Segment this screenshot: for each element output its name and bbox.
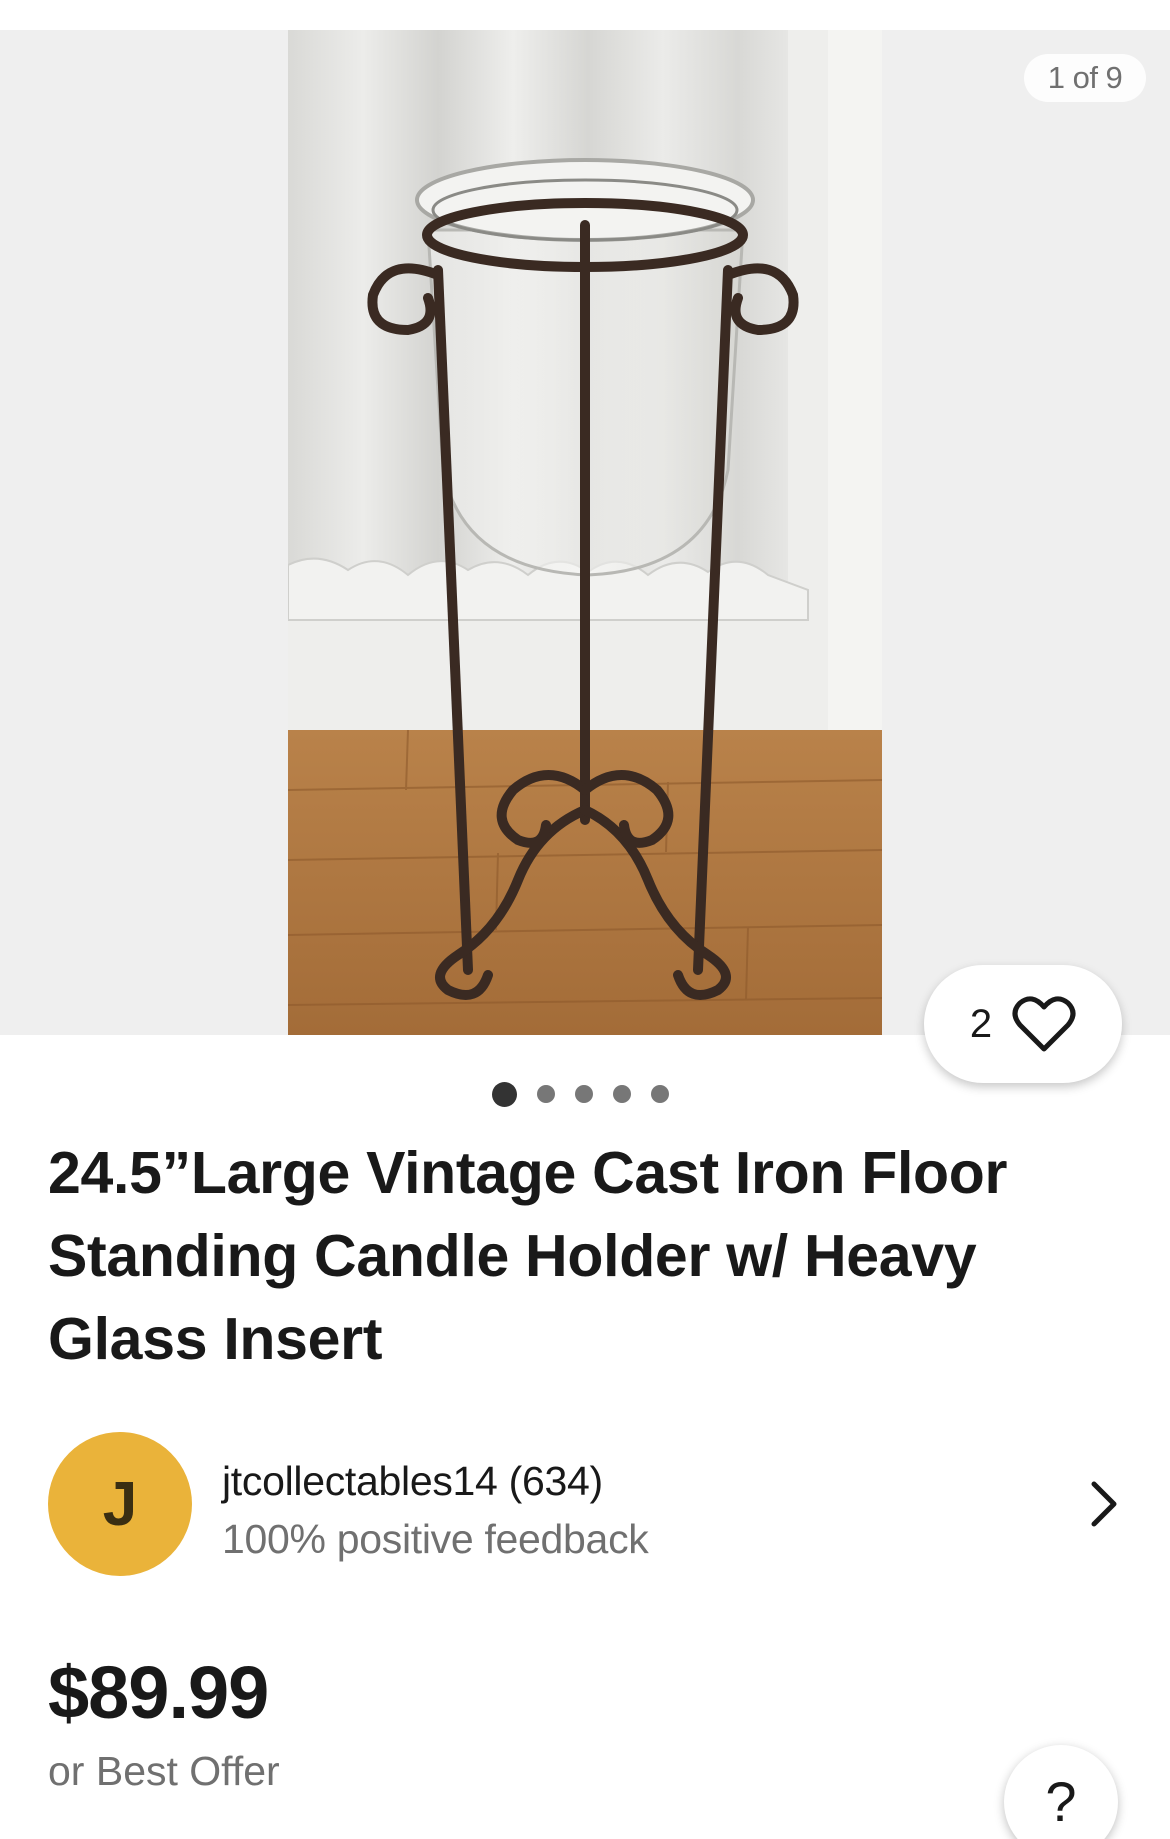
pagination-dot-active[interactable] — [491, 1081, 517, 1107]
watch-button[interactable]: 2 — [924, 965, 1122, 1083]
product-photo-illustration — [288, 30, 882, 1035]
pagination-dot[interactable] — [612, 1085, 631, 1103]
price: $89.99 — [48, 1651, 269, 1734]
pagination-dot[interactable] — [650, 1085, 669, 1103]
heart-icon — [1012, 996, 1076, 1052]
image-counter: 1 of 9 — [1024, 54, 1146, 102]
chevron-right-icon — [1091, 1481, 1117, 1527]
seller-info-row[interactable]: J jtcollectables14 (634) 100% positive f… — [48, 1432, 1122, 1576]
watch-count: 2 — [969, 1001, 993, 1046]
seller-avatar: J — [48, 1432, 192, 1576]
seller-feedback: 100% positive feedback — [222, 1516, 649, 1562]
image-gallery[interactable]: 1 of 9 — [0, 30, 1170, 1035]
seller-name: jtcollectables14 (634) — [222, 1458, 603, 1504]
listing-title: 24.5”Large Vintage Cast Iron Floor Stand… — [48, 1140, 1008, 1372]
best-offer-label: or Best Offer — [48, 1748, 280, 1794]
status-bar-area — [0, 0, 1170, 30]
help-button[interactable]: ? — [1004, 1745, 1118, 1839]
pagination-dot[interactable] — [536, 1085, 555, 1103]
gallery-pagination — [0, 1080, 1170, 1108]
pagination-dot[interactable] — [574, 1085, 593, 1103]
product-image[interactable] — [288, 30, 882, 1035]
